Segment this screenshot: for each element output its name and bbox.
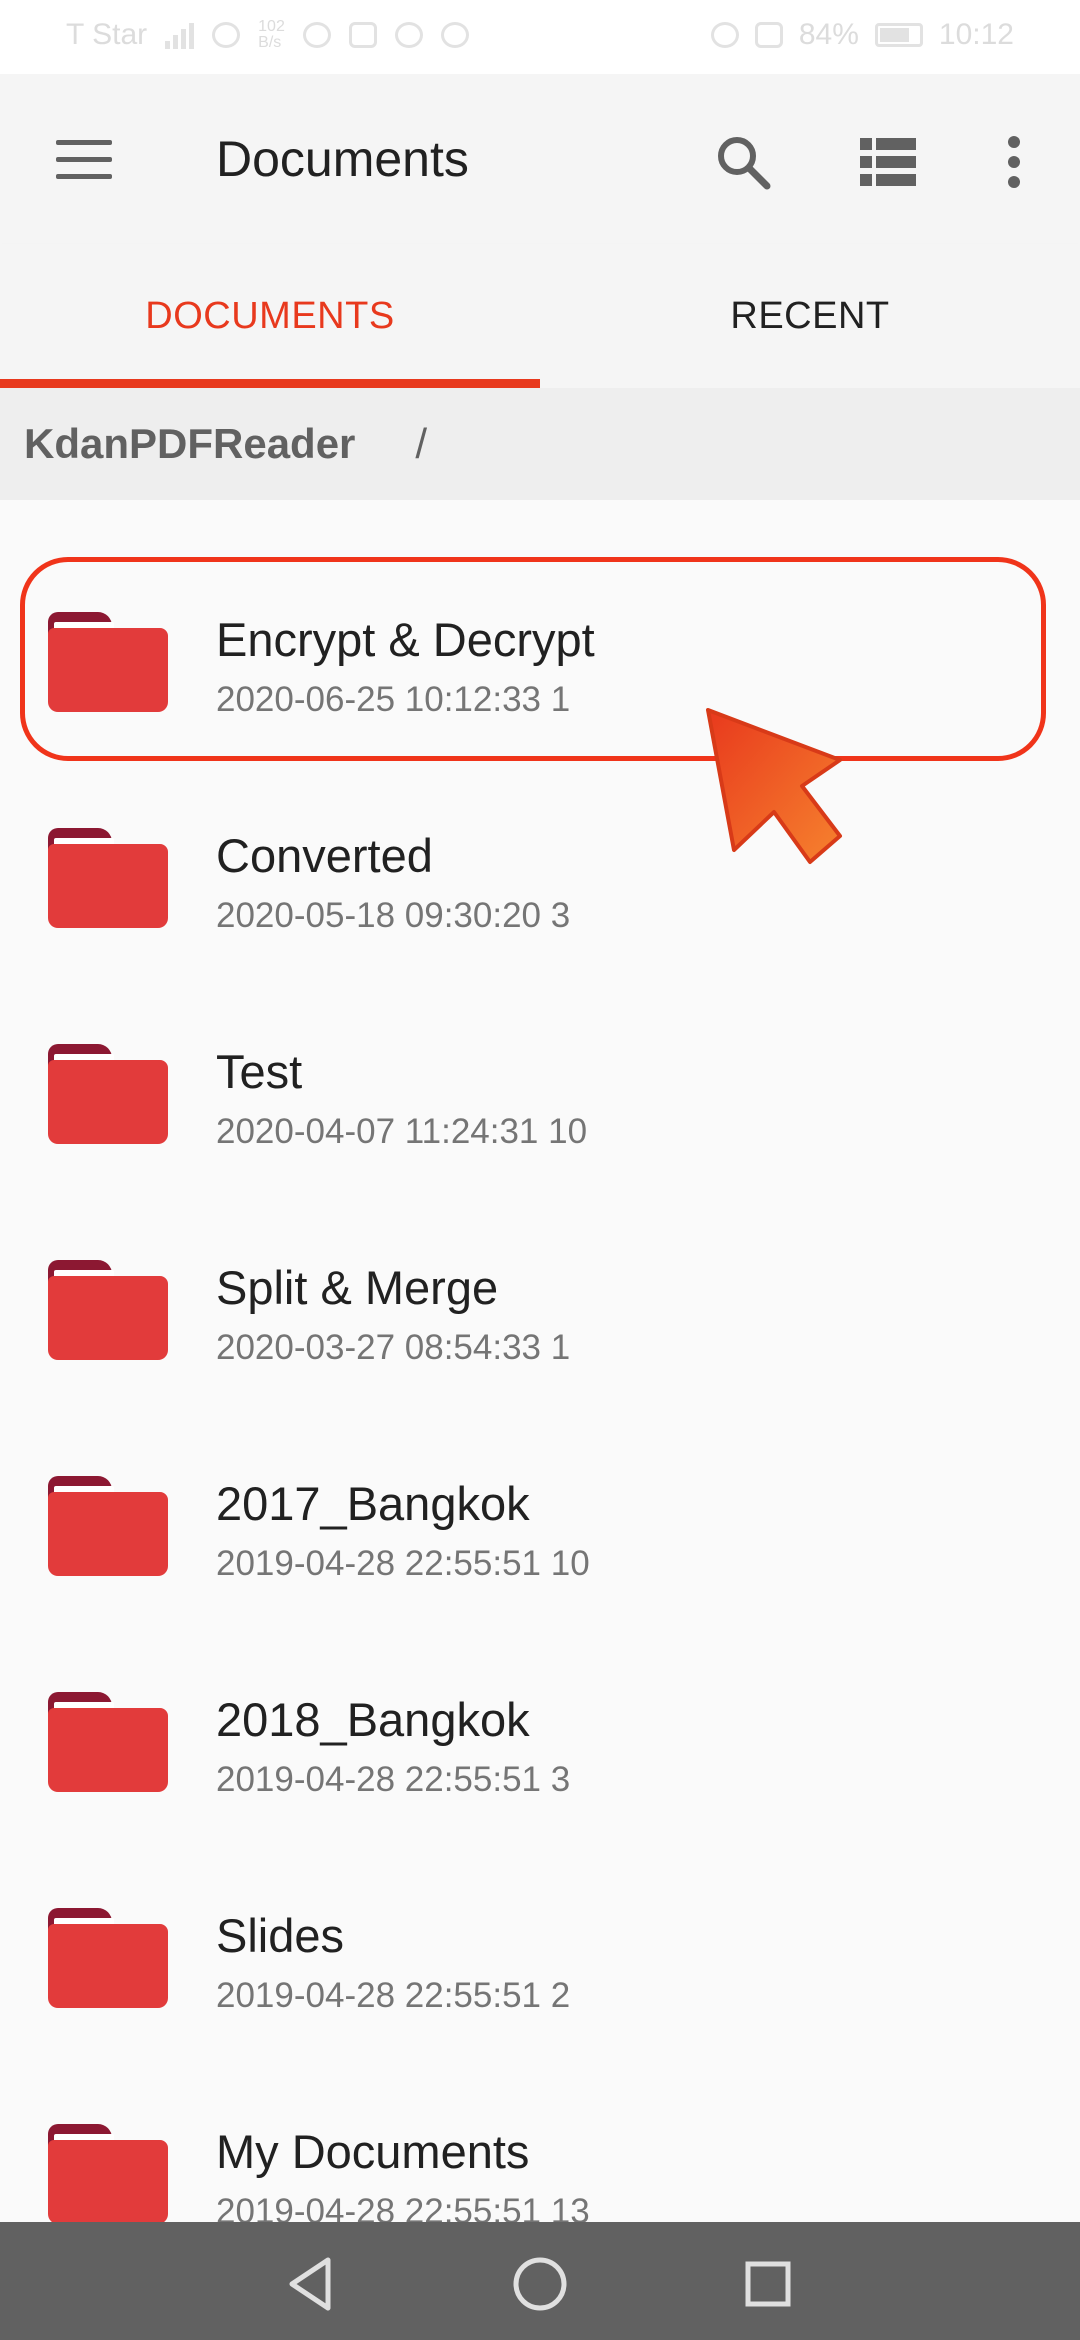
- breadcrumb-separator: /: [415, 420, 428, 467]
- folder-item[interactable]: Slides 2019-04-28 22:55:51 2: [0, 1796, 1080, 2015]
- folder-modified: 2020-03-27 08:54:33: [216, 1328, 541, 1367]
- status-bar: T Star 102 B/s 84% 10:12: [0, 0, 1080, 74]
- folder-item[interactable]: Split & Merge 2020-03-27 08:54:33 1: [0, 1148, 1080, 1367]
- folder-name: 2018_Bangkok: [216, 1693, 530, 1746]
- list-view-icon[interactable]: [848, 122, 928, 202]
- folder-count: 10: [548, 1112, 588, 1151]
- folder-count: 3: [550, 896, 571, 935]
- home-circle-icon[interactable]: [508, 2252, 572, 2316]
- folder-meta: 2019-04-28 22:55:51 2: [216, 1976, 570, 2016]
- breadcrumb: KdanPDFReader /: [0, 388, 1080, 500]
- search-icon[interactable]: [703, 122, 783, 202]
- folder-icon: [48, 1908, 168, 2008]
- network-speed-unit: B/s: [258, 34, 282, 51]
- folder-modified: 2019-04-28 22:55:51: [216, 1544, 541, 1583]
- folder-modified: 2019-04-28 22:55:51: [216, 1760, 541, 1799]
- hamburger-menu-icon[interactable]: [56, 140, 112, 180]
- folder-icon: [48, 1044, 168, 1144]
- system-nav-bar: [0, 2222, 1080, 2340]
- page-title: Documents: [216, 131, 469, 187]
- battery-percent: 84%: [798, 18, 859, 51]
- more-vertical-icon[interactable]: [974, 122, 1054, 202]
- folder-name: Split & Merge: [216, 1261, 499, 1314]
- highlight-outline: [20, 557, 1046, 761]
- network-speed-value: 102: [258, 18, 285, 35]
- folder-meta: 2020-03-27 08:54:33 1: [216, 1328, 570, 1368]
- folder-icon: [48, 1260, 168, 1360]
- folder-meta: 2019-04-28 22:55:51 3: [216, 1760, 570, 1800]
- instagram-icon: [348, 22, 377, 48]
- do-not-disturb-icon: [710, 22, 739, 48]
- messenger-icon: [440, 22, 469, 48]
- folder-modified: 2020-05-18 09:30:20: [216, 896, 541, 935]
- network-speed: 102 B/s: [258, 19, 285, 51]
- folder-name: Converted: [216, 829, 433, 882]
- folder-icon: [48, 828, 168, 928]
- folder-name: My Documents: [216, 2125, 530, 2178]
- folder-item[interactable]: My Documents 2019-04-28 22:55:51 13: [0, 2012, 1080, 2231]
- folder-icon: [48, 2124, 168, 2224]
- folder-item[interactable]: Test 2020-04-07 11:24:31 10: [0, 932, 1080, 1151]
- recents-square-icon[interactable]: [736, 2252, 800, 2316]
- folder-count: 3: [550, 1760, 571, 1799]
- folder-icon: [48, 1692, 168, 1792]
- back-triangle-icon[interactable]: [280, 2252, 344, 2316]
- folder-modified: 2019-04-28 22:55:51: [216, 1976, 541, 2015]
- folder-meta: 2020-04-07 11:24:31 10: [216, 1112, 587, 1152]
- folder-icon: [48, 1476, 168, 1576]
- wifi-icon: [212, 22, 241, 48]
- folder-modified: 2020-04-07 11:24:31: [216, 1112, 539, 1151]
- app-toolbar: Documents: [0, 74, 1080, 244]
- folder-count: 10: [550, 1544, 590, 1583]
- folder-count: 2: [550, 1976, 571, 2015]
- vibrate-icon: [754, 22, 783, 48]
- folder-count: 1: [550, 1328, 571, 1367]
- folder-name: 2017_Bangkok: [216, 1477, 530, 1530]
- battery-icon: [874, 23, 923, 47]
- pointer-arrow-icon: [706, 708, 842, 864]
- tab-recent[interactable]: RECENT: [540, 244, 1080, 388]
- sync-icon: [302, 22, 331, 48]
- status-right: 84% 10:12: [710, 18, 1014, 52]
- status-left: T Star 102 B/s: [66, 18, 469, 52]
- folder-item[interactable]: 2017_Bangkok 2019-04-28 22:55:51 10: [0, 1364, 1080, 1583]
- carrier-label: T Star: [66, 18, 148, 51]
- signal-icon: [165, 21, 195, 49]
- clock: 10:12: [938, 18, 1014, 51]
- tab-documents[interactable]: DOCUMENTS: [0, 244, 540, 388]
- folder-meta: 2019-04-28 22:55:51 10: [216, 1544, 590, 1584]
- folder-item[interactable]: 2018_Bangkok 2019-04-28 22:55:51 3: [0, 1580, 1080, 1799]
- tab-bar: DOCUMENTS RECENT: [0, 244, 1080, 388]
- folder-meta: 2020-05-18 09:30:20 3: [216, 896, 570, 936]
- folder-name: Slides: [216, 1909, 345, 1962]
- breadcrumb-root[interactable]: KdanPDFReader: [24, 420, 355, 468]
- skype-icon: [394, 22, 423, 48]
- folder-name: Test: [216, 1045, 303, 1098]
